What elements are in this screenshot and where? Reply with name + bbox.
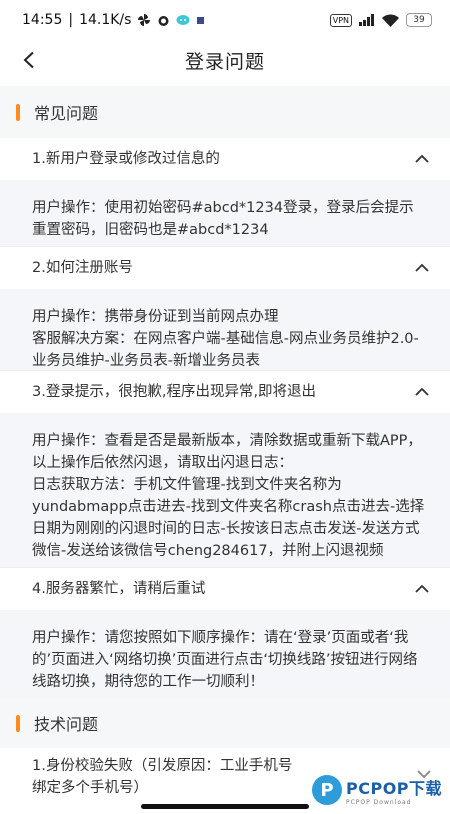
nav-bar: 登录问题 [0, 40, 450, 80]
question-text: 1.身份校验失败（引发原因：工业手机号绑定多个手机号） [32, 758, 293, 796]
faq-answer-3: 用户操作：查看是否是最新版本，清除数据或重新下载APP，以上操作后依然闪退，请取… [0, 413, 450, 567]
battery-icon: 39 [406, 13, 432, 27]
section-title: 常见问题 [34, 104, 99, 123]
faq-item-3[interactable]: 3.登录提示，很抱歉,程序出现异常,即将退出 [0, 371, 450, 413]
vpn-badge: VPN [329, 13, 352, 27]
status-separator: | [68, 12, 74, 28]
watermark: P PCPOP下载 PCPOP Download [312, 770, 446, 810]
network-speed: 14.1K/s [79, 12, 132, 28]
watermark-logo-icon: P [312, 775, 342, 805]
status-bar: 14:55 | 14.1K/s VPN 39 [0, 0, 450, 40]
watermark-subtitle: PCPOP Download [346, 798, 412, 806]
question-text: 3.登录提示，很抱歉,程序出现异常,即将退出 [32, 384, 317, 400]
chevron-up-icon [415, 584, 429, 593]
question-text: 1.新用户登录或修改过信息的 [32, 151, 220, 167]
section-common: 常见问题 [0, 86, 450, 138]
question-text: 2.如何注册账号 [32, 260, 133, 276]
page-title: 登录问题 [184, 50, 265, 73]
question-text: 4.服务器繁忙，请稍后重试 [32, 581, 206, 597]
chevron-up-icon [415, 154, 429, 163]
alarm-icon [158, 15, 169, 26]
watermark-title: PCPOP下载 [346, 778, 443, 798]
section-technical: 技术问题 [0, 698, 450, 748]
faq-item-4[interactable]: 4.服务器繁忙，请稍后重试 [0, 568, 450, 610]
faq-answer-1: 用户操作：使用初始密码#abcd*1234登录，登录后会提示重置密码，旧密码也是… [0, 180, 450, 246]
back-button[interactable] [14, 45, 44, 75]
status-time: 14:55 [22, 12, 63, 28]
faq-answer-2: 用户操作：携带身份证到当前网点办理 客服解决方案：在网点客户端-基础信息-网点业… [0, 289, 450, 370]
answer-text: 客服解决方案：在网点客户端-基础信息-网点业务员维护2.0-业务员维护-业务员表… [32, 331, 419, 369]
faq-answer-4: 用户操作：请您按照如下顺序操作：请在‘登录’页面或者‘我的’页面进入‘网络切换’… [0, 610, 450, 698]
notification-icon [197, 16, 205, 24]
answer-text: 用户操作：请您按照如下顺序操作：请在‘登录’页面或者‘我的’页面进入‘网络切换’… [32, 630, 418, 690]
app-notification-icon [176, 15, 190, 25]
faq-item-1[interactable]: 1.新用户登录或修改过信息的 [0, 138, 450, 180]
home-indicator[interactable] [141, 804, 309, 809]
answer-text: 日志获取方法：手机文件管理-找到文件夹名称为yundabmapp点击进去-找到文… [32, 477, 425, 559]
faq-item-2[interactable]: 2.如何注册账号 [0, 247, 450, 289]
answer-text: 用户操作：使用初始密码#abcd*1234登录，登录后会提示重置密码，旧密码也是… [32, 200, 414, 238]
section-accent-bar [16, 103, 20, 121]
wifi-icon [382, 13, 399, 27]
answer-text: 用户操作：携带身份证到当前网点办理 [32, 309, 279, 325]
chevron-up-icon [415, 387, 429, 396]
signal-icon [359, 14, 374, 26]
chevron-left-icon [23, 51, 34, 69]
fan-icon [138, 14, 151, 26]
answer-text: 用户操作：查看是否是最新版本，清除数据或重新下载APP，以上操作后依然闪退，请取… [32, 433, 422, 471]
section-title: 技术问题 [34, 715, 99, 734]
section-accent-bar [16, 714, 20, 732]
chevron-up-icon [415, 263, 429, 272]
